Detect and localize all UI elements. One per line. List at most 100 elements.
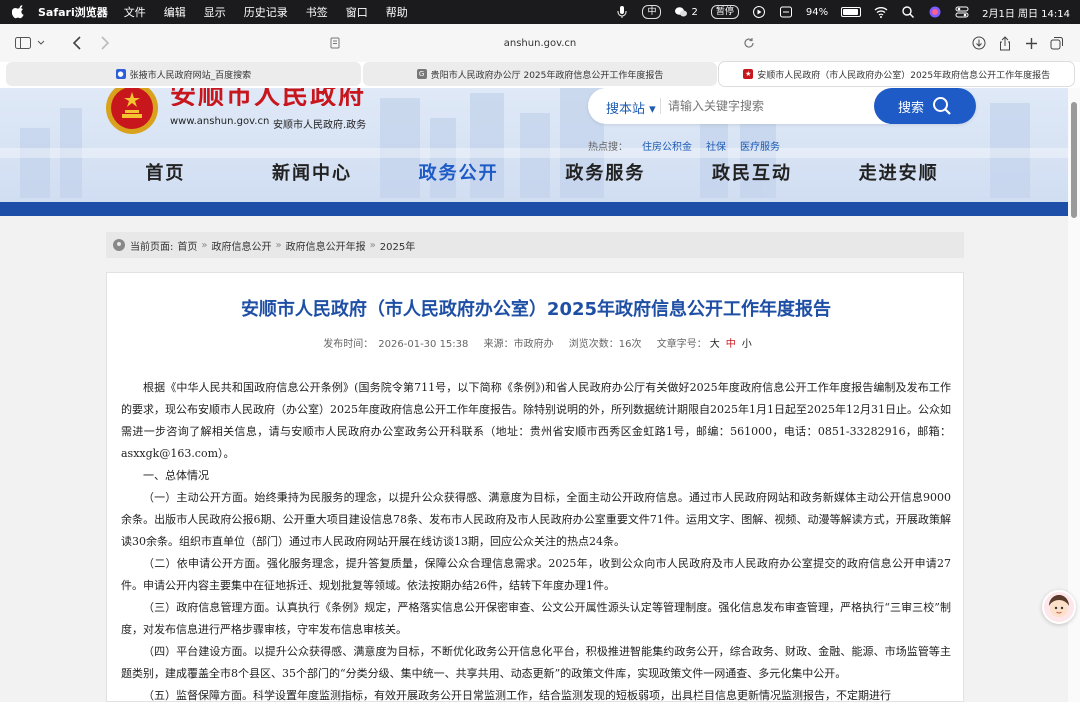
article-panel: 安顺市人民政府（市人民政府办公室）2025年政府信息公开工作年度报告 发布时间：… (106, 272, 964, 702)
paragraph-active-disclosure: （一）主动公开方面。始终秉持为民服务的理念，以提升公众获得感、满意度为目标，全面… (121, 491, 951, 548)
site-subtitle: 安顺市人民政府.政务 (273, 120, 367, 131)
sidebar-menu-chevron-icon[interactable] (34, 32, 48, 54)
macos-menu-bar: Safari浏览器 文件 编辑 显示 历史记录 书签 窗口 帮助 中 2 暂停 … (0, 0, 1080, 24)
site-title[interactable]: 安顺市人民政府 (170, 88, 366, 106)
battery-icon[interactable] (841, 7, 862, 17)
tab-title: 贵阳市人民政府办公厅 2025年政府信息公开工作年度报告 (430, 70, 664, 81)
menu-window[interactable]: 窗口 (346, 4, 368, 20)
clock-datetime[interactable]: 2月1日 周日 14:14 (982, 5, 1070, 20)
search-button[interactable]: 搜索 (874, 88, 976, 124)
hot-link-social-security[interactable]: 社保 (706, 138, 726, 153)
nav-home[interactable]: 首页 (92, 158, 239, 190)
assistant-face-icon (1049, 595, 1069, 617)
hot-search-label: 热点搜： (588, 142, 628, 153)
spotlight-search-icon[interactable] (901, 5, 915, 19)
paragraph-platform: （四）平台建设方面。以提升公众获得感、满意度为目标，不断优化政务公开信息化平台，… (121, 645, 951, 680)
section-heading: 一、总体情况 (143, 469, 209, 482)
menu-view[interactable]: 显示 (204, 4, 226, 20)
forward-icon[interactable] (94, 32, 116, 54)
search-divider (660, 98, 661, 114)
assistant-avatar[interactable] (1042, 590, 1076, 624)
menu-help[interactable]: 帮助 (386, 4, 408, 20)
browser-toolbar: anshun.gov.cn (0, 24, 1080, 62)
tab-guiyang-report[interactable]: G 贵阳市人民政府办公厅 2025年政府信息公开工作年度报告 (362, 62, 718, 86)
downloads-icon[interactable] (968, 32, 990, 54)
nav-gov-services[interactable]: 政务服务 (532, 158, 679, 190)
font-size-label: 文章字号： (656, 339, 707, 350)
reload-icon[interactable] (738, 32, 760, 54)
font-size-large-button[interactable]: 大 (710, 339, 720, 350)
source: 来源：市政府办 (483, 339, 554, 350)
breadcrumb-separator: » (201, 239, 208, 251)
breadcrumb-annual-report[interactable]: 政府信息公开年报 (286, 238, 366, 253)
search-button-label: 搜索 (897, 100, 924, 116)
header-blue-band (0, 202, 1068, 216)
control-center-icon[interactable] (955, 5, 969, 19)
search-input[interactable] (668, 94, 858, 118)
back-icon[interactable] (66, 32, 88, 54)
address-bar-url[interactable]: anshun.gov.cn (0, 38, 1080, 49)
app-menu-safari[interactable]: Safari浏览器 (38, 4, 108, 20)
font-size-medium-button[interactable]: 中 (726, 339, 736, 350)
paragraph-info-management: （三）政府信息管理方面。认真执行《条例》规定，严格落实信息公开保密审查、公文公开… (121, 601, 951, 636)
hot-link-medical[interactable]: 医疗服务 (740, 138, 780, 153)
breadcrumb-prefix: 当前页面: (130, 241, 174, 253)
paragraph-supervision: （五）监督保障方面。科学设置年度监测指标，有效开展政务公开日常监测工作，结合监测… (143, 689, 891, 702)
nav-news[interactable]: 新闻中心 (239, 158, 386, 190)
breadcrumb-year[interactable]: 2025年 (380, 238, 415, 253)
play-circle-icon[interactable] (752, 5, 766, 19)
article-content: 根据《中华人民共和国政府信息公开条例》(国务院令第711号，以下简称《条例》)和… (121, 377, 951, 707)
guiyang-favicon-icon: G (416, 69, 427, 79)
nav-about-anshun[interactable]: 走进安顺 (825, 158, 972, 190)
tab-bar: ● 张掖市人民政府网站_百度搜索 G 贵阳市人民政府办公厅 2025年政府信息公… (6, 62, 1075, 86)
new-tab-icon[interactable] (1020, 32, 1042, 54)
main-nav: 首页 新闻中心 政务公开 政务服务 政民互动 走进安顺 (92, 158, 972, 190)
wechat-icon (675, 7, 688, 17)
site-url: www.anshun.gov.cn (170, 116, 270, 127)
article-title: 安顺市人民政府（市人民政府办公室）2025年政府信息公开工作年度报告 (240, 299, 832, 320)
site-search-box: 搜本站 ▾ 搜索 (588, 88, 976, 124)
font-size-small-button[interactable]: 小 (742, 339, 752, 350)
menu-history[interactable]: 历史记录 (244, 4, 288, 20)
siri-icon[interactable] (928, 5, 942, 19)
wechat-status[interactable]: 2 (674, 5, 698, 19)
breadcrumb-separator: » (275, 239, 282, 251)
tab-anshun-report[interactable]: ★ 安顺市人民政府（市人民政府办公室）2025年政府信息公开工作年度报告 (719, 62, 1075, 86)
site-header: 安顺市人民政府 www.anshun.gov.cn 安顺市人民政府.政务 搜本站… (0, 88, 1068, 216)
wechat-count: 2 (691, 6, 698, 18)
wifi-icon[interactable] (874, 5, 888, 19)
view-count: 浏览次数：16次 (568, 339, 642, 350)
search-scope-select[interactable]: 搜本站 ▾ (606, 98, 656, 117)
nav-gov-affairs-open[interactable]: 政务公开 (385, 158, 532, 190)
location-icon (113, 239, 125, 251)
scrollbar-thumb[interactable] (1071, 102, 1077, 218)
national-emblem-icon (106, 88, 158, 134)
nav-interaction[interactable]: 政民互动 (679, 158, 826, 190)
reader-mode-icon[interactable] (324, 32, 346, 54)
share-icon[interactable] (994, 32, 1016, 54)
breadcrumb-gov-info[interactable]: 政府信息公开 (212, 238, 272, 253)
menu-edit[interactable]: 编辑 (164, 4, 186, 20)
hot-search: 热点搜： 住房公积金 社保 医疗服务 (588, 138, 780, 153)
baidu-favicon-icon: ● (115, 69, 126, 79)
search-icon (933, 97, 951, 115)
apple-logo-icon[interactable] (12, 5, 26, 19)
menu-file[interactable]: 文件 (124, 4, 146, 20)
breadcrumb-home[interactable]: 首页 (177, 238, 197, 253)
publish-time: 发布时间： 2026-01-30 15:38 (323, 339, 469, 350)
menu-bookmarks[interactable]: 书签 (306, 4, 328, 20)
breadcrumb-separator: » (369, 239, 376, 251)
paragraph-on-request: （二）依申请公开方面。强化服务理念，提升答复质量，保障公众合理信息需求。2025… (121, 557, 951, 592)
breadcrumb: 当前页面: 首页 » 政府信息公开 » 政府信息公开年报 » 2025年 (106, 232, 964, 258)
microphone-icon[interactable] (615, 5, 629, 19)
input-method-icon[interactable]: 中 (642, 5, 662, 19)
tab-title: 张掖市人民政府网站_百度搜索 (129, 70, 252, 81)
article-meta: 发布时间： 2026-01-30 15:38 来源：市政府办 浏览次数：16次 … (107, 335, 965, 350)
tab-overview-icon[interactable] (1046, 32, 1068, 54)
tab-zhangye-search[interactable]: ● 张掖市人民政府网站_百度搜索 (6, 62, 361, 86)
hot-link-housing-fund[interactable]: 住房公积金 (642, 138, 692, 153)
tab-title: 安顺市人民政府（市人民政府办公室）2025年政府信息公开工作年度报告 (757, 70, 1051, 81)
sidebar-toggle-icon[interactable] (12, 32, 34, 54)
screen-capture-icon[interactable] (779, 5, 793, 19)
recording-pause-badge[interactable]: 暂停 (710, 5, 739, 19)
